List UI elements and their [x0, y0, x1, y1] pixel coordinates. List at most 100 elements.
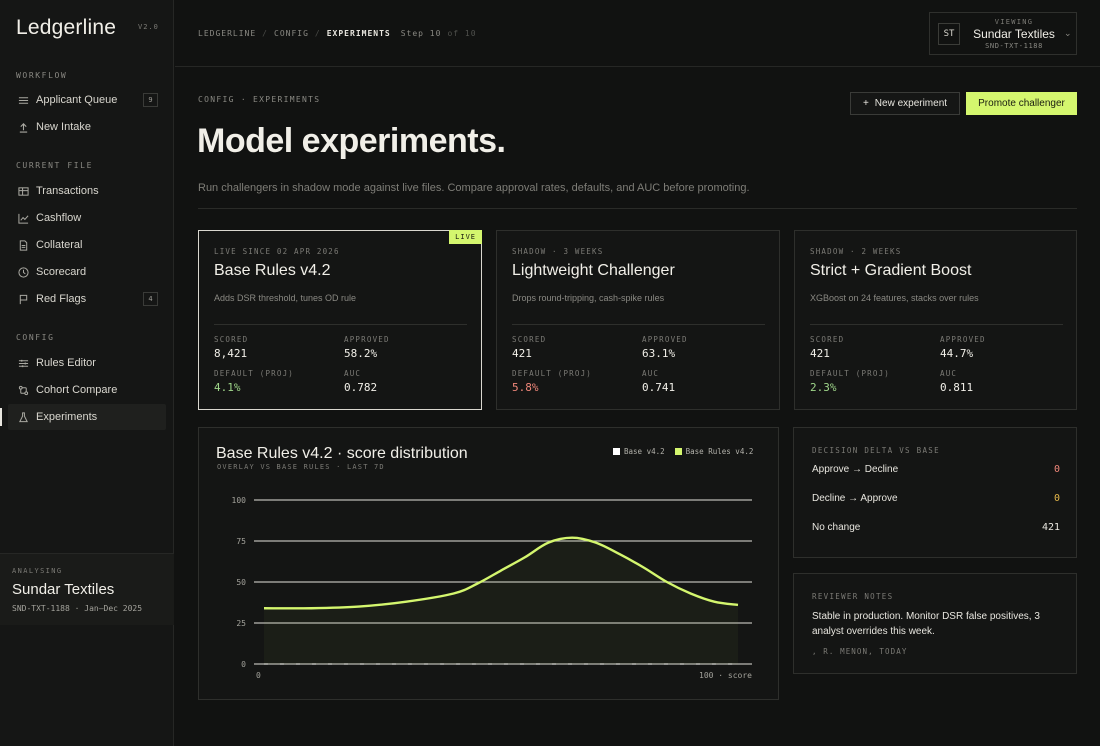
table-icon — [8, 186, 36, 197]
new-experiment-button[interactable]: + New experiment — [850, 92, 960, 115]
app-logo[interactable]: Ledgerline — [16, 16, 116, 40]
chart-legend: Base v4.2 Base Rules v4.2 — [613, 447, 753, 456]
score-distribution-card: 0 25 50 75 100 0 100 · score Base Rules v4.2 ·… — [198, 427, 779, 700]
count-badge: 4 — [143, 292, 158, 306]
sidebar-item-new-intake[interactable]: New Intake — [8, 114, 166, 140]
count-badge: 9 — [143, 93, 158, 107]
delta-row-approve-decline: Approve → Decline 0 — [812, 464, 1060, 475]
flag-icon — [8, 294, 36, 305]
new-experiment-label: New experiment — [874, 98, 948, 109]
stat-scored: SCORED 421 — [810, 335, 845, 360]
sidebar-item-label: Experiments — [36, 411, 98, 423]
card-description: Drops round-tripping, cash-spike rules — [512, 293, 665, 303]
delta-row-no-change: No change 421 — [812, 522, 1060, 533]
avatar: ST — [938, 22, 960, 45]
stat-approved: APPROVED 44.7% — [940, 335, 986, 360]
panel-title: REVIEWER NOTES — [812, 592, 894, 601]
y-tick-label: 50 — [236, 578, 246, 587]
card-title: Strict + Gradient Boost — [810, 262, 972, 279]
viewing-switcher[interactable]: ST VIEWING Sundar Textiles SND-TXT-1188 … — [929, 12, 1077, 55]
divider — [198, 208, 1077, 209]
card-title: Lightweight Challenger — [512, 262, 675, 279]
experiment-card-base-rules[interactable]: LIVE LIVE SINCE 02 APR 2026 Base Rules v… — [198, 230, 482, 410]
breadcrumb-separator: / — [262, 29, 268, 38]
sidebar: Ledgerline V2.0 WORKFLOW Applicant Queue… — [0, 0, 174, 746]
analysing-name: Sundar Textiles — [12, 581, 115, 598]
sidebar-item-rules-editor[interactable]: Rules Editor — [8, 350, 166, 376]
stat-default: DEFAULT (PROJ) 2.3% — [810, 369, 891, 394]
sidebar-item-transactions[interactable]: Transactions — [8, 178, 166, 204]
sidebar-item-applicant-queue[interactable]: Applicant Queue 9 — [8, 87, 166, 113]
divider — [512, 324, 765, 325]
sidebar-item-experiments[interactable]: Experiments — [0, 404, 166, 430]
sidebar-item-scorecard[interactable]: Scorecard — [8, 259, 166, 285]
step-total: of 10 — [447, 29, 477, 38]
y-tick-label: 25 — [236, 619, 246, 628]
stat-default: DEFAULT (PROJ) 5.8% — [512, 369, 593, 394]
legend-swatch — [674, 448, 682, 455]
sidebar-item-cohort-compare[interactable]: Cohort Compare — [8, 377, 166, 403]
topbar: LEDGERLINE / CONFIG / EXPERIMENTS Step 1… — [175, 0, 1100, 67]
series-area-challenger — [264, 537, 738, 664]
x-tick-label: 100 · score — [699, 671, 752, 680]
breadcrumb-separator: / — [314, 29, 321, 38]
card-description: Adds DSR threshold, tunes OD rule — [214, 293, 357, 303]
sidebar-item-collateral[interactable]: Collateral — [8, 232, 166, 258]
promote-challenger-button[interactable]: Promote challenger — [966, 92, 1077, 115]
nav-section-config: CONFIG — [16, 333, 55, 342]
nav-section-workflow: WORKFLOW — [16, 71, 68, 80]
document-icon — [8, 239, 36, 251]
sidebar-item-label: Cashflow — [36, 212, 82, 224]
trend-chart-icon — [8, 213, 36, 224]
sidebar-item-label: Cohort Compare — [36, 384, 118, 396]
sidebar-item-red-flags[interactable]: Red Flags 4 — [8, 286, 166, 312]
plus-icon: + — [862, 98, 869, 109]
reviewer-note-text: Stable in production. Monitor DSR false … — [812, 611, 1040, 637]
card-status: SHADOW · 2 WEEKS — [810, 247, 902, 256]
reviewer-notes-panel: REVIEWER NOTES Stable in production. Mon… — [793, 573, 1077, 674]
analysing-label: ANALYSING — [12, 567, 63, 575]
sidebar-item-label: Rules Editor — [36, 357, 96, 369]
sliders-icon — [8, 358, 36, 369]
breadcrumb-current: EXPERIMENTS — [326, 29, 391, 38]
sidebar-item-label: New Intake — [36, 121, 92, 133]
chart-subtitle: OVERLAY VS BASE RULES · LAST 7D — [217, 463, 385, 471]
delta-row-decline-approve: Decline → Approve 0 — [812, 493, 1060, 504]
legend-item-challenger: Base Rules v4.2 — [674, 447, 753, 456]
sidebar-item-label: Transactions — [36, 185, 99, 197]
chevron-down-icon: ⌄ — [1064, 28, 1072, 38]
compare-icon — [8, 385, 36, 396]
y-tick-label: 100 — [232, 496, 247, 505]
x-tick-label: 0 — [256, 671, 261, 680]
viewing-id: SND-TXT-1188 — [985, 41, 1043, 50]
stat-auc: AUC 0.811 — [940, 369, 974, 394]
reviewer-signature: , R. MENON, TODAY — [812, 647, 908, 656]
step-indicator: Step 10 — [400, 29, 442, 38]
upload-icon — [8, 122, 36, 133]
breadcrumb: LEDGERLINE / CONFIG / EXPERIMENTS Step 1… — [198, 29, 477, 38]
stat-scored: SCORED 8,421 — [214, 335, 249, 360]
card-status: LIVE SINCE 02 APR 2026 — [214, 247, 340, 256]
chart-title: Base Rules v4.2 · score distribution — [216, 445, 468, 462]
stat-auc: AUC 0.782 — [344, 369, 378, 394]
analysing-sub: SND-TXT-1188 · Jan–Dec 2025 — [12, 604, 143, 613]
live-badge: LIVE — [449, 230, 482, 244]
card-status: SHADOW · 3 WEEKS — [512, 247, 604, 256]
sidebar-item-label: Collateral — [36, 239, 83, 251]
page-description: Run challengers in shadow mode against l… — [198, 182, 750, 194]
panel-title: DECISION DELTA VS BASE — [812, 446, 940, 455]
experiment-card-lightweight[interactable]: SHADOW · 3 WEEKS Lightweight Challenger … — [496, 230, 780, 410]
list-icon — [8, 95, 36, 106]
experiment-card-strict-gb[interactable]: SHADOW · 2 WEEKS Strict + Gradient Boost… — [794, 230, 1077, 410]
breadcrumb-config[interactable]: CONFIG — [274, 29, 309, 38]
flask-icon — [8, 411, 36, 423]
legend-item-base: Base v4.2 — [613, 447, 665, 456]
viewing-name: Sundar Textiles — [973, 26, 1055, 41]
breadcrumb-ledgerline[interactable]: LEDGERLINE — [198, 29, 256, 38]
sidebar-item-label: Applicant Queue — [36, 94, 118, 106]
divider — [214, 324, 467, 325]
viewing-label: VIEWING — [994, 17, 1034, 26]
sidebar-item-cashflow[interactable]: Cashflow — [8, 205, 166, 231]
card-description: XGBoost on 24 features, stacks over rule… — [810, 293, 979, 303]
page-title: Model experiments. — [197, 122, 506, 160]
